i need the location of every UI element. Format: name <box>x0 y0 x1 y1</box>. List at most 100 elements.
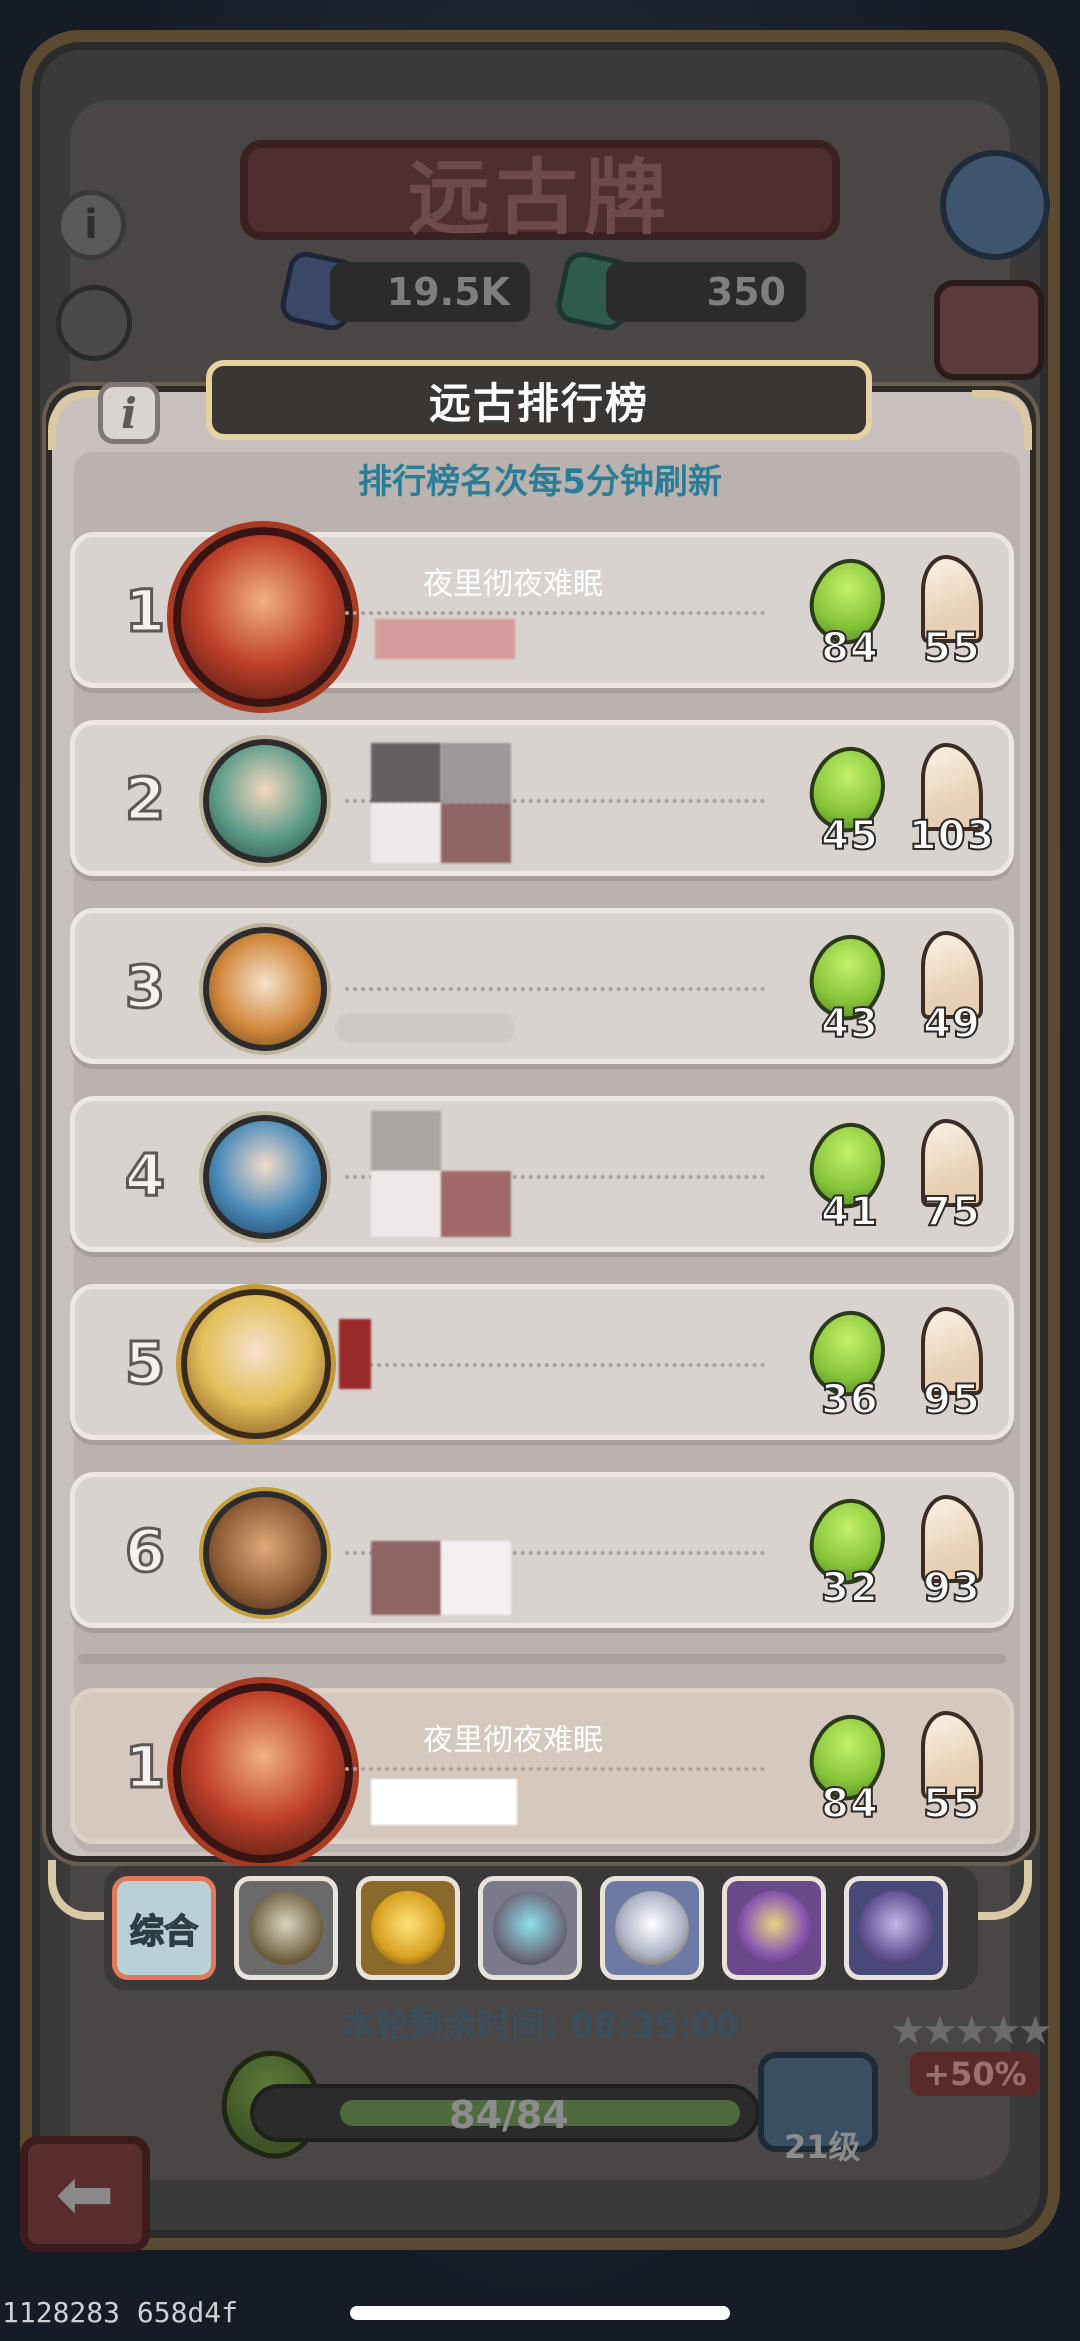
tab-overall[interactable]: 综合 <box>112 1876 216 1980</box>
bean-stat: 32 <box>794 1486 902 1615</box>
bean-count: 43 <box>820 1000 879 1048</box>
redacted-block <box>441 743 511 803</box>
star-rating-icon: ★★★★★ <box>890 2008 1053 2054</box>
red-dragon-avatar[interactable] <box>173 1683 353 1863</box>
leaderboard-header: 远古排行榜 <box>206 360 872 440</box>
rank-number: 5 <box>123 1328 166 1399</box>
bg-info-icon[interactable]: i <box>56 190 126 260</box>
elf-avatar[interactable] <box>203 739 327 863</box>
currency-green: 350 <box>606 262 806 322</box>
bean-count: 32 <box>820 1564 879 1612</box>
bean-stat: 41 <box>794 1110 902 1239</box>
dark-beast-icon[interactable] <box>844 1876 948 1980</box>
red-dragon-avatar[interactable] <box>173 527 353 707</box>
horse-count: 55 <box>922 624 981 672</box>
bean-progress-bar: 84/84 <box>250 2084 760 2142</box>
leaderboard-row[interactable]: 3 43 49 <box>70 908 1014 1064</box>
rank-number: 3 <box>123 952 166 1023</box>
level-label: 21级 <box>784 2128 861 2166</box>
purple-sorceress-face <box>737 1891 811 1965</box>
leaderboard-row[interactable]: 4 41 75 <box>70 1096 1014 1252</box>
my-horse-count: 55 <box>922 1780 981 1828</box>
bean-stat: 43 <box>794 922 902 1051</box>
redacted-block <box>371 1541 441 1615</box>
horse-count: 49 <box>922 1000 981 1048</box>
horse-stat: 103 <box>907 743 997 863</box>
my-rank-row[interactable]: 1 夜里彻夜难眠 84 55 <box>70 1683 1014 1863</box>
leaderboard-row[interactable]: 5 36 95 <box>70 1284 1014 1440</box>
info-icon[interactable]: i <box>98 382 160 444</box>
dotted-separator <box>345 611 765 615</box>
redacted-block <box>371 1779 517 1825</box>
mech-hero-icon[interactable] <box>478 1876 582 1980</box>
bean-stat: 84 <box>794 546 902 675</box>
armored-hero-icon[interactable] <box>234 1876 338 1980</box>
leaderboard-row[interactable]: 2 45 103 <box>70 720 1014 876</box>
purple-sorceress-icon[interactable] <box>722 1876 826 1980</box>
category-tabs: 综合 <box>104 1866 978 1990</box>
redacted-block <box>441 803 511 863</box>
armored-hero-face <box>249 1891 323 1965</box>
bean-stat: 36 <box>794 1298 902 1427</box>
redacted-block <box>339 1319 371 1389</box>
dotted-separator <box>345 1363 765 1367</box>
tab-overall-label: 综合 <box>129 1911 199 1953</box>
redacted-block <box>371 1111 441 1171</box>
bean-count: 45 <box>820 812 879 860</box>
tiger-avatar[interactable] <box>203 927 327 1051</box>
horse-stat: 95 <box>907 1307 997 1427</box>
redacted-block <box>371 743 441 803</box>
blue-elf-avatar[interactable] <box>203 1115 327 1239</box>
bean-count: 36 <box>820 1376 879 1424</box>
rank-number: 6 <box>123 1516 166 1587</box>
horse-stat: 55 <box>907 1711 997 1831</box>
bean-stat: 45 <box>794 734 902 863</box>
power-icon[interactable] <box>56 285 132 361</box>
horse-stat: 93 <box>907 1495 997 1615</box>
redacted-block <box>371 1171 441 1237</box>
dotted-separator <box>345 1767 765 1771</box>
shop-icon[interactable] <box>934 280 1044 380</box>
rank-number: 2 <box>123 764 166 835</box>
refresh-notice: 排行榜名次每5分钟刷新 <box>358 462 722 502</box>
horse-count: 93 <box>922 1564 981 1612</box>
bean-count: 41 <box>820 1188 879 1236</box>
leaderboard-title: 远古排行榜 <box>428 378 649 428</box>
redacted-block <box>375 619 515 659</box>
horse-stat: 55 <box>907 555 997 675</box>
blonde-hero-avatar[interactable] <box>181 1289 331 1439</box>
eagle-hero-face <box>615 1891 689 1965</box>
bean-stat: 84 <box>794 1702 902 1831</box>
leaderboard-row[interactable]: 1 夜里彻夜难眠 84 55 <box>70 527 1014 707</box>
horse-count: 95 <box>922 1376 981 1424</box>
currency-blue: 19.5K <box>330 262 530 322</box>
eagle-hero-icon[interactable] <box>600 1876 704 1980</box>
dotted-separator <box>345 987 765 991</box>
rank-number: 1 <box>123 576 166 647</box>
dark-beast-face <box>859 1891 933 1965</box>
horse-stat: 75 <box>907 1119 997 1239</box>
redacted-block <box>371 803 441 863</box>
mech-hero-face <box>493 1891 567 1965</box>
home-indicator[interactable] <box>350 2306 730 2320</box>
golden-creature-icon[interactable] <box>356 1876 460 1980</box>
build-id: 1128283 658d4f <box>2 2296 239 2329</box>
horse-count: 103 <box>908 812 996 860</box>
progress-text: 84/84 <box>449 2093 569 2137</box>
redacted-block <box>441 1171 511 1237</box>
golden-creature-face <box>371 1891 445 1965</box>
redacted-block <box>441 1541 511 1615</box>
pilot-avatar[interactable] <box>203 1491 327 1615</box>
my-player-name: 夜里彻夜难眠 <box>423 1723 603 1758</box>
horse-stat: 49 <box>907 931 997 1051</box>
card-title: 远古牌 <box>407 150 672 246</box>
back-arrow-icon[interactable]: ⬅ <box>20 2136 150 2252</box>
bean-count: 84 <box>820 624 879 672</box>
rank-number: 4 <box>123 1140 166 1211</box>
leaderboard-row[interactable]: 6 32 93 <box>70 1472 1014 1628</box>
podium-icon[interactable] <box>940 150 1050 260</box>
my-bean-count: 84 <box>820 1780 879 1828</box>
list-divider <box>78 1654 1006 1664</box>
card-title-banner: 远古牌 <box>240 140 840 246</box>
player-name: 夜里彻夜难眠 <box>423 567 603 602</box>
